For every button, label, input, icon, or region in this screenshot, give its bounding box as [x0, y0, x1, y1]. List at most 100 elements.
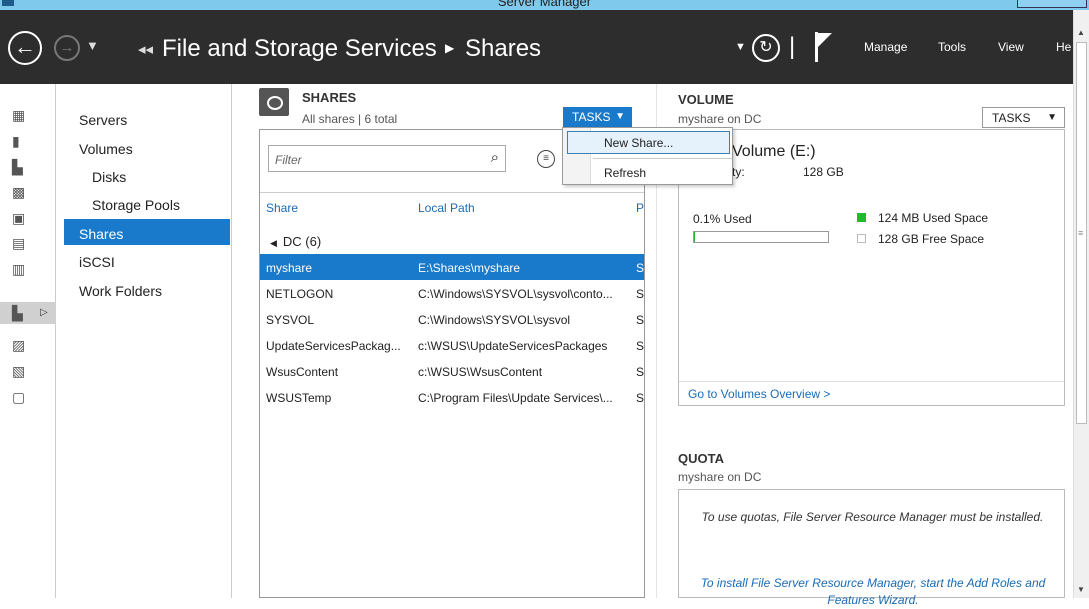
breadcrumb-separator-icon: ▶: [445, 41, 455, 55]
wsus-icon[interactable]: ▧: [12, 364, 26, 378]
volume-title: VOLUME: [678, 92, 734, 107]
column-header-local-path[interactable]: Local Path: [418, 201, 475, 215]
volume-footer-divider: [679, 381, 1064, 382]
scrollbar-grip-icon: ≡: [1078, 228, 1084, 238]
refresh-icon[interactable]: ↻: [752, 34, 780, 62]
capacity-label: ty:: [732, 165, 745, 179]
group-collapse-icon[interactable]: ◀: [270, 238, 277, 248]
shares-tasks-button[interactable]: TASKS ▼: [563, 107, 632, 127]
column-header-share[interactable]: Share: [266, 201, 298, 215]
ad-cs-icon[interactable]: ▣: [12, 211, 26, 225]
history-dropdown-icon[interactable]: ▼: [86, 38, 99, 53]
app-header: ← → ▼ ◂◂ File and Storage Services ▶ Sha…: [0, 10, 1073, 84]
menu-item-new-share[interactable]: New Share...: [604, 136, 673, 150]
scroll-up-icon[interactable]: ▲: [1077, 28, 1085, 37]
shares-title: SHARES: [302, 90, 357, 105]
quota-subtitle: myshare on DC: [678, 470, 762, 484]
cell-path: C:\Windows\SYSVOL\sysvol: [418, 313, 571, 327]
cell-share: WsusContent: [266, 365, 339, 379]
menu-manage[interactable]: Manage: [864, 40, 907, 54]
list-options-icon[interactable]: ≡: [537, 150, 555, 168]
nav-item-iscsi[interactable]: iSCSI: [79, 254, 115, 270]
go-to-volumes-link[interactable]: Go to Volumes Overview >: [688, 387, 830, 401]
ad-ds-icon[interactable]: ▩: [12, 185, 26, 199]
group-header[interactable]: ◀ DC (6): [270, 234, 321, 249]
nav-item-volumes[interactable]: Volumes: [79, 141, 133, 157]
iis-icon[interactable]: ▨: [12, 338, 26, 352]
window-controls[interactable]: [1017, 0, 1087, 8]
shares-tasks-label: TASKS: [572, 110, 611, 124]
free-space-swatch: [857, 234, 866, 243]
scroll-down-icon[interactable]: ▼: [1077, 585, 1085, 594]
cell-share: SYSVOL: [266, 313, 315, 327]
expand-caret-icon: ▷: [40, 307, 48, 318]
main-vertical-scrollbar[interactable]: ▲ ≡ ▼: [1073, 10, 1089, 598]
group-label: DC (6): [282, 234, 322, 249]
menu-item-refresh[interactable]: Refresh: [604, 166, 646, 180]
cell-protocol: S: [636, 287, 644, 301]
nav-item-disks[interactable]: Disks: [92, 169, 126, 185]
shares-subtitle: All shares | 6 total: [302, 112, 398, 126]
chevron-down-icon: ▼: [615, 111, 625, 122]
file-storage-icon[interactable]: ▙: [12, 306, 26, 320]
cell-path: c:\WSUS\UpdateServicesPackages: [418, 339, 608, 353]
role-icon-bar: ▦ ▮ ▙ ▩ ▣ ▤ ▥ ▙ ▷ ▨ ▧ ▢: [0, 84, 56, 598]
dhcp-icon[interactable]: ▤: [12, 236, 26, 250]
cell-share: WSUSTemp: [266, 391, 332, 405]
back-arrow-icon[interactable]: ←: [8, 31, 42, 65]
local-server-icon[interactable]: ▮: [12, 134, 26, 148]
volume-tasks-button[interactable]: TASKS ▼: [982, 107, 1065, 128]
table-row[interactable]: NETLOGON C:\Windows\SYSVOL\sysvol\conto.…: [260, 280, 644, 306]
usage-bar-fill: [694, 232, 695, 242]
breadcrumb-root[interactable]: File and Storage Services: [162, 35, 437, 63]
menu-tools[interactable]: Tools: [938, 40, 966, 54]
table-row[interactable]: UpdateServicesPackag... c:\WSUS\UpdateSe…: [260, 332, 644, 358]
search-icon[interactable]: ⌕: [491, 149, 499, 166]
menu-view[interactable]: View: [998, 40, 1024, 54]
usage-bar: [693, 231, 829, 243]
table-row[interactable]: myshare E:\Shares\myshare S: [260, 254, 644, 280]
quota-message: To use quotas, File Server Resource Mana…: [701, 510, 1044, 524]
nav-item-servers[interactable]: Servers: [79, 112, 127, 128]
cell-protocol: S: [636, 339, 644, 353]
table-row[interactable]: SYSVOL C:\Windows\SYSVOL\sysvol S: [260, 306, 644, 332]
breadcrumb-overflow-icon[interactable]: ◂◂: [138, 40, 153, 58]
used-space-label: 124 MB Used Space: [878, 211, 989, 225]
dns-icon[interactable]: ▥: [12, 262, 26, 276]
shares-tile-icon: [259, 88, 289, 116]
nav-item-work-folders[interactable]: Work Folders: [79, 283, 162, 299]
file-storage-nav: Servers Volumes Disks Storage Pools Shar…: [56, 84, 232, 598]
header-dropdown-icon[interactable]: ▼: [735, 41, 746, 53]
cell-share: myshare: [266, 261, 313, 275]
cell-protocol: S: [636, 313, 644, 327]
notifications-flag-icon[interactable]: [815, 32, 833, 62]
used-percent: 0.1% Used: [693, 212, 752, 226]
dashboard-icon[interactable]: ▦: [12, 108, 26, 122]
table-row[interactable]: WSUSTemp C:\Program Files\Update Service…: [260, 384, 644, 410]
remote-desktop-icon[interactable]: ▢: [12, 390, 26, 404]
table-row[interactable]: WsusContent c:\WSUS\WsusContent S: [260, 358, 644, 384]
cell-share: UpdateServicesPackag...: [266, 339, 401, 353]
cell-protocol: S: [636, 261, 644, 275]
forward-arrow-icon[interactable]: →: [54, 35, 80, 61]
menu-separator: [593, 158, 732, 159]
nav-item-storage-pools[interactable]: Storage Pools: [92, 197, 180, 213]
volume-subtitle: myshare on DC: [678, 112, 762, 126]
filter-placeholder: Filter: [275, 153, 302, 167]
cell-path: C:\Windows\SYSVOL\sysvol\conto...: [418, 287, 613, 301]
header-divider: |: [789, 33, 796, 60]
column-header-protocol[interactable]: P: [636, 201, 644, 215]
all-servers-icon[interactable]: ▙: [12, 160, 26, 174]
volume-name: Volume (E:): [732, 143, 816, 160]
menu-help[interactable]: He: [1056, 40, 1071, 54]
nav-item-shares[interactable]: Shares: [79, 226, 123, 242]
window-title: Server Manager: [497, 0, 592, 9]
cell-path: c:\WSUS\WsusContent: [418, 365, 543, 379]
cell-path: C:\Program Files\Update Services\...: [418, 391, 613, 405]
grid-divider: [260, 192, 644, 193]
chevron-down-icon: ▼: [1047, 112, 1057, 123]
tasks-context-menu: New Share... Refresh: [562, 127, 733, 185]
used-space-swatch: [857, 213, 866, 222]
install-fsrm-link[interactable]: To install File Server Resource Manager,…: [698, 575, 1048, 609]
filter-input[interactable]: Filter ⌕: [268, 145, 506, 172]
